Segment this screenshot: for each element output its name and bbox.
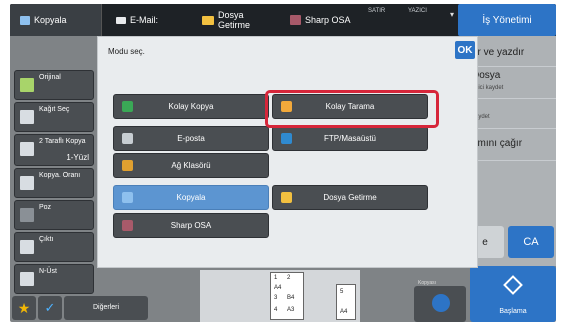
status-line: SATIR — [368, 8, 386, 14]
others-button[interactable]: Diğerleri — [64, 296, 148, 320]
ratio-icon — [20, 176, 34, 190]
paper-select-label: Kağıt Seç — [39, 106, 70, 113]
network-folder-icon — [122, 160, 133, 171]
preview-a4: A4 — [274, 285, 282, 291]
output-icon — [20, 240, 34, 254]
function-list: Orijinal Kağıt Seç 2 Taraflı Kopya 1-Yüz… — [10, 36, 96, 296]
mode-email-label: E-posta — [177, 134, 205, 143]
start-diamond-icon — [432, 294, 450, 312]
ca-button[interactable]: CA — [508, 226, 554, 258]
mode-network-folder[interactable]: Ağ Klasörü — [113, 153, 269, 178]
preview-b4: B4 — [287, 295, 295, 301]
output-button[interactable]: Çıktı — [14, 232, 94, 262]
start-diamond-icon — [503, 275, 523, 295]
status-printer: YAZICI — [408, 8, 427, 14]
mode-copy-label: Kopyala — [176, 193, 206, 202]
start-label: Başlama — [499, 308, 527, 315]
paper-tray-icon — [20, 110, 34, 124]
start-button[interactable]: Başlama — [470, 266, 556, 322]
star-icon[interactable]: ★ — [12, 296, 36, 320]
bw-start-button[interactable] — [414, 286, 466, 322]
mode-sharp-osa[interactable]: Sharp OSA — [113, 213, 269, 238]
original-icon — [20, 78, 34, 92]
exposure-icon — [20, 208, 34, 222]
job-status-button[interactable]: İş Yönetimi — [458, 4, 556, 36]
divider — [466, 98, 556, 99]
mode-tab-bar: Kopyala E-Mail: Dosya Getirme Sharp OSA … — [10, 4, 556, 36]
envelope-icon — [122, 133, 133, 144]
tab-copy[interactable]: Kopyala — [10, 4, 102, 36]
mode-network-folder-label: Ağ Klasörü — [171, 161, 211, 170]
original-button[interactable]: Orijinal — [14, 70, 94, 100]
mode-file-retrieve[interactable]: Dosya Getirme — [272, 185, 428, 210]
preview-n5: 5 — [340, 289, 344, 295]
folder-icon — [281, 192, 292, 203]
tab-file-retrieve-label: Dosya Getirme — [218, 10, 251, 30]
preview-n1: 1 — [274, 275, 278, 281]
preview-n3: 3 — [274, 295, 278, 301]
bottom-bar: ★ ✓ Diğerleri 1 2 A4 B4 3 4 A3 5 A4 Kopy… — [10, 266, 556, 322]
highlight-frame — [265, 90, 439, 128]
mode-copy[interactable]: Kopyala — [113, 185, 269, 210]
envelope-icon — [116, 16, 126, 24]
tab-email[interactable]: E-Mail: — [108, 4, 194, 36]
copy-icon — [20, 15, 30, 25]
mode-easy-copy[interactable]: Kolay Kopya — [113, 94, 269, 119]
duplex-copy-button[interactable]: 2 Taraflı Kopya 1-Yüzl — [14, 134, 94, 166]
divider — [466, 128, 556, 129]
mode-ftp-desktop[interactable]: FTP/Masaüstü — [272, 126, 428, 151]
paper-select-button[interactable]: Kağıt Seç — [14, 102, 94, 132]
preview-output-page: 5 A4 — [336, 284, 356, 320]
right-item-4[interactable]: amını çağır — [472, 138, 522, 149]
mode-select-dialog: Modu seç. OK Kolay Kopya Kolay Tarama E-… — [97, 36, 478, 268]
tab-copy-label: Kopyala — [34, 15, 67, 25]
original-label: Orijinal — [39, 74, 61, 81]
tab-file-retrieve[interactable]: Dosya Getirme — [196, 4, 282, 36]
mode-sharp-osa-label: Sharp OSA — [170, 221, 212, 230]
output-label: Çıktı — [39, 236, 54, 243]
tab-sharp-osa[interactable]: Sharp OSA — [284, 4, 370, 36]
tab-email-label: E-Mail: — [130, 15, 159, 25]
copier-screen: Kopyala E-Mail: Dosya Getirme Sharp OSA … — [10, 4, 556, 322]
duplex-copy-label: 2 Taraflı Kopya — [39, 138, 86, 145]
osa-icon — [290, 15, 301, 25]
chevron-down-icon[interactable]: ▾ — [450, 10, 454, 19]
exposure-label: Poz — [39, 204, 52, 211]
osa-icon — [122, 220, 133, 231]
tab-sharp-osa-label: Sharp OSA — [305, 15, 351, 25]
folder-icon — [202, 15, 214, 25]
duplex-icon — [20, 142, 34, 156]
mode-easy-copy-label: Kolay Kopya — [168, 102, 214, 111]
copy-icon — [122, 192, 133, 203]
exposure-button[interactable]: Poz — [14, 200, 94, 230]
copy-ratio-button[interactable]: Kopya. Oranı — [14, 168, 94, 198]
easy-copy-icon — [122, 101, 133, 112]
divider — [466, 66, 556, 67]
duplex-copy-value: 1-Yüzl — [66, 153, 89, 162]
mode-ftp-desktop-label: FTP/Masaüstü — [323, 134, 376, 143]
preview-n4: 4 — [274, 307, 278, 313]
divider — [466, 160, 556, 161]
preview-a4-out: A4 — [340, 309, 348, 315]
preview-a3: A3 — [287, 307, 295, 313]
copy-ratio-label: Kopya. Oranı — [39, 172, 81, 179]
ftp-icon — [281, 133, 292, 144]
preview-page-stack: 1 2 A4 B4 3 4 A3 — [270, 272, 304, 320]
output-preview: 1 2 A4 B4 3 4 A3 5 A4 — [200, 270, 360, 322]
ok-button[interactable]: OK — [455, 41, 475, 59]
right-item-1[interactable]: er ve yazdır — [472, 47, 524, 58]
mode-file-retrieve-label: Dosya Getirme — [323, 193, 377, 202]
dialog-title: Modu seç. — [108, 47, 145, 56]
preview-n2: 2 — [287, 275, 291, 281]
check-icon[interactable]: ✓ — [38, 296, 62, 320]
mode-email[interactable]: E-posta — [113, 126, 269, 151]
